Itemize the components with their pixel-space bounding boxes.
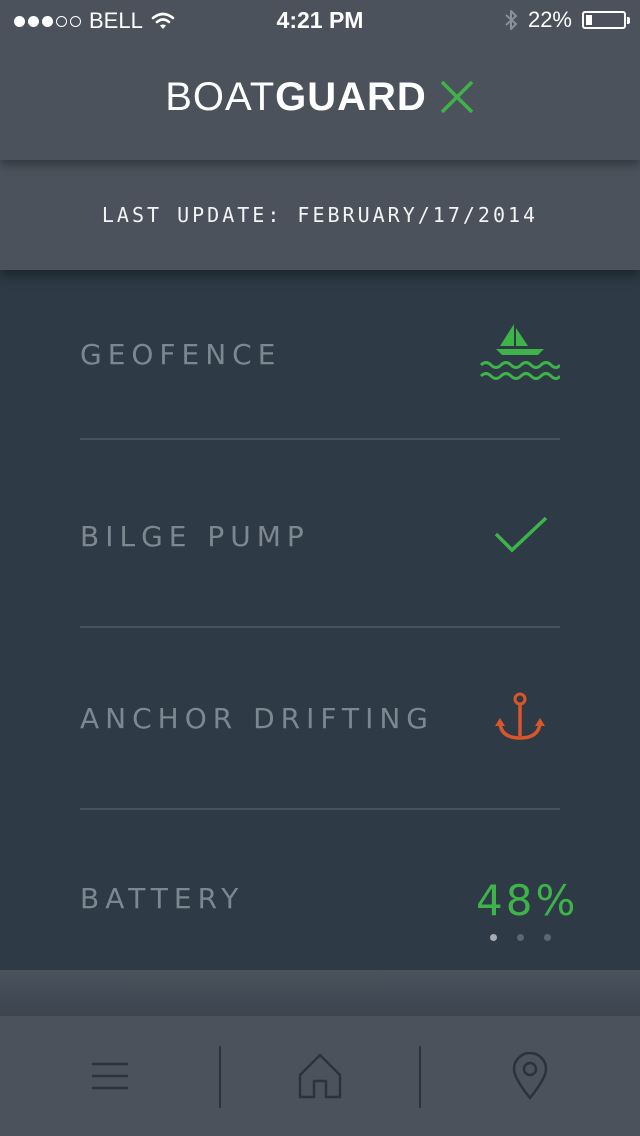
- list-item-battery[interactable]: BATTERY 48%: [80, 810, 575, 976]
- status-right: 22%: [504, 7, 630, 33]
- anchor-icon: [495, 692, 545, 740]
- page-dot[interactable]: [517, 934, 524, 941]
- brand-text-bold: GUARD: [275, 74, 427, 119]
- sailboat-waves-icon: [480, 324, 560, 380]
- app-logo: BOAT GUARD: [0, 72, 640, 122]
- list-item-anchor-drifting[interactable]: ANCHOR DRIFTING: [80, 628, 560, 810]
- page-dot[interactable]: [490, 934, 497, 941]
- page-indicator[interactable]: [490, 934, 551, 941]
- top-bar: BELL 4:21 PM 22% BOAT GUARD: [0, 0, 640, 160]
- battery-value: 48%: [476, 876, 579, 925]
- last-update-banner: LAST UPDATE: FEBRUARY/17/2014: [0, 160, 640, 270]
- home-icon: [298, 1053, 342, 1099]
- list-item-bilge-pump[interactable]: BILGE PUMP: [80, 440, 560, 628]
- bluetooth-icon: [505, 10, 517, 30]
- location-button[interactable]: [430, 1016, 630, 1136]
- menu-button[interactable]: [10, 1016, 210, 1136]
- tab-bar: [0, 1016, 640, 1136]
- battery-percentage: 22%: [527, 7, 572, 32]
- status-bar: BELL 4:21 PM 22%: [0, 0, 640, 40]
- menu-icon: [92, 1062, 128, 1090]
- item-label: BATTERY: [80, 882, 245, 915]
- status-list: GEOFENCE BILGE PUMP ANCHOR DRIFTING BATT…: [80, 270, 575, 976]
- location-pin-icon: [512, 1052, 548, 1100]
- brand-text-light: BOAT: [165, 74, 276, 119]
- item-label: BILGE PUMP: [80, 520, 310, 553]
- lower-band: [0, 970, 640, 1016]
- home-button[interactable]: [220, 1016, 420, 1136]
- item-label: GEOFENCE: [80, 338, 282, 371]
- battery-icon: [582, 11, 630, 29]
- item-label: ANCHOR DRIFTING: [80, 702, 434, 735]
- page-dot[interactable]: [544, 934, 551, 941]
- checkmark-icon: [494, 516, 548, 553]
- x-mark-icon: [440, 80, 474, 114]
- last-update-text: LAST UPDATE: FEBRUARY/17/2014: [101, 203, 539, 227]
- list-item-geofence[interactable]: GEOFENCE: [80, 270, 560, 440]
- tab-divider: [419, 1046, 421, 1108]
